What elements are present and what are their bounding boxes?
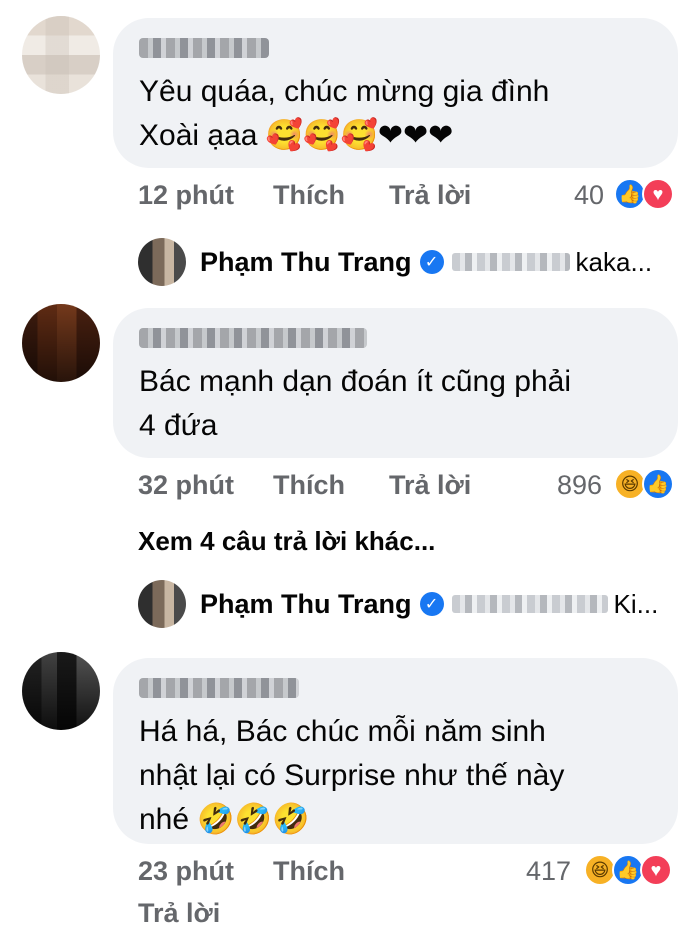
reaction-count[interactable]: 40 <box>574 180 604 211</box>
mention-blurred <box>451 253 570 271</box>
reaction-count[interactable]: 417 <box>526 856 571 887</box>
verified-icon: ✓ <box>419 592 444 616</box>
reply-text: kaka... <box>575 246 653 277</box>
reply-preview[interactable]: Phạm Thu Trang ✓ kaka... <box>138 238 678 286</box>
avatar[interactable] <box>22 304 100 382</box>
verified-icon: ✓ <box>419 250 444 274</box>
timestamp[interactable]: 23 phút <box>138 856 273 887</box>
heart-icon: ♥ <box>642 178 674 210</box>
avatar[interactable] <box>22 652 100 730</box>
heart-icon: ♥ <box>640 854 672 886</box>
mention-blurred <box>451 595 608 613</box>
view-more-replies[interactable]: Xem 4 câu trả lời khác... <box>138 526 435 557</box>
reactions[interactable]: 😆 👍 ♥ <box>584 854 680 888</box>
reply-button[interactable]: Trả lời <box>389 470 471 501</box>
comment-actions: 32 phút Thích Trả lời <box>138 470 471 501</box>
reactions[interactable]: 😆 👍 <box>614 468 680 502</box>
comment-actions-row2: Trả lời <box>138 898 220 929</box>
reply-author: Phạm Thu Trang <box>200 588 412 619</box>
avatar[interactable] <box>22 16 100 94</box>
comment-bubble: Bác mạnh dạn đoán ít cũng phải 4 đứa <box>113 308 678 458</box>
reactions[interactable]: 👍 ♥ <box>614 178 680 212</box>
reply-button[interactable]: Trả lời <box>389 180 471 211</box>
comment-text: Bác mạnh dạn đoán ít cũng phải 4 đứa <box>139 365 571 442</box>
like-button[interactable]: Thích <box>273 856 389 887</box>
reply-author: Phạm Thu Trang <box>200 246 412 277</box>
like-button[interactable]: Thích <box>273 470 389 501</box>
author-name-blurred[interactable] <box>139 678 299 698</box>
reply-button[interactable]: Trả lời <box>138 898 220 929</box>
timestamp[interactable]: 12 phút <box>138 180 273 211</box>
like-button[interactable]: Thích <box>273 180 389 211</box>
avatar <box>138 238 186 286</box>
like-icon: 👍 <box>642 468 674 500</box>
comment-actions: 23 phút Thích <box>138 856 389 887</box>
comment-bubble: Há há, Bác chúc mỗi năm sinh nhật lại có … <box>113 658 678 844</box>
author-name-blurred[interactable] <box>139 328 367 348</box>
comment-actions: 12 phút Thích Trả lời <box>138 180 471 211</box>
comment-text: Yêu quáa, chúc mừng gia đình Xoài ạaa 🥰🥰🥰… <box>139 75 550 153</box>
author-name-blurred[interactable] <box>139 38 269 58</box>
reply-preview[interactable]: Phạm Thu Trang ✓ Ki... <box>138 580 678 628</box>
timestamp[interactable]: 32 phút <box>138 470 273 501</box>
comment-text: Há há, Bác chúc mỗi năm sinh nhật lại có … <box>139 715 565 837</box>
reaction-count[interactable]: 896 <box>557 470 602 501</box>
comment-bubble: Yêu quáa, chúc mừng gia đình Xoài ạaa 🥰🥰🥰… <box>113 18 678 168</box>
avatar <box>138 580 186 628</box>
reply-text: Ki... <box>613 588 659 619</box>
